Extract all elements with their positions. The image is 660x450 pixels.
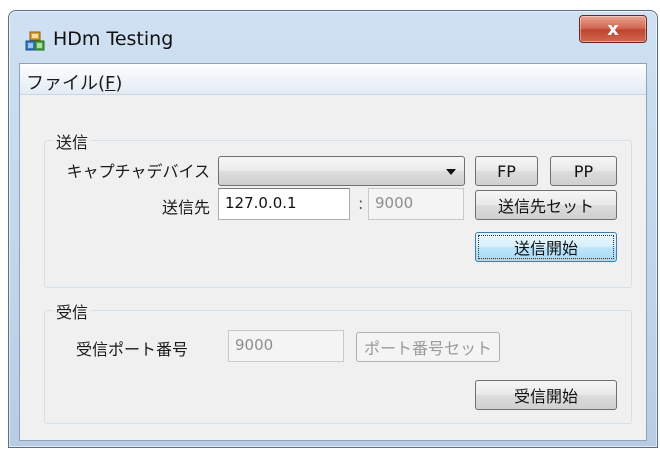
send-group-label: 送信 xyxy=(53,129,92,153)
destination-ip-input[interactable]: 127.0.0.1 xyxy=(218,188,350,220)
close-icon: x xyxy=(607,18,619,40)
capture-device-select[interactable] xyxy=(218,156,465,186)
receive-port-input: 9000 xyxy=(228,330,344,362)
app-icon xyxy=(25,31,45,51)
menu-bar: ファイル(F) xyxy=(20,64,646,95)
destination-port-input: 9000 xyxy=(368,188,464,220)
window-title: HDm Testing xyxy=(53,28,174,50)
receive-port-label: 受信ポート番号 xyxy=(76,340,189,359)
menu-file-text: ファイル( xyxy=(26,73,106,94)
destination-label: 送信先 xyxy=(161,198,210,217)
capture-device-label: キャプチャデバイス xyxy=(66,162,210,181)
start-receive-button[interactable]: 受信開始 xyxy=(475,380,617,410)
title-bar[interactable]: HDm Testing x xyxy=(9,11,657,63)
port-separator: : xyxy=(358,194,364,213)
set-port-button: ポート番号セット xyxy=(356,332,500,362)
menu-file[interactable]: ファイル(F) xyxy=(26,69,122,95)
menu-file-mnemonic: F xyxy=(105,73,116,94)
set-destination-button[interactable]: 送信先セット xyxy=(475,190,617,220)
close-button[interactable]: x xyxy=(579,15,647,43)
receive-group-label: 受信 xyxy=(53,299,92,323)
client-area: ファイル(F) 送信 キャプチャデバイス FP PP 送信先 127.0.0.1… xyxy=(19,63,647,441)
pp-button[interactable]: PP xyxy=(550,156,617,186)
chevron-down-icon xyxy=(446,169,456,175)
fp-button[interactable]: FP xyxy=(475,156,538,186)
start-send-button[interactable]: 送信開始 xyxy=(475,232,617,262)
app-window: HDm Testing x ファイル(F) 送信 キャプチャデバイス FP PP… xyxy=(8,10,658,448)
start-send-label: 送信開始 xyxy=(513,239,578,258)
menu-file-text-end: ) xyxy=(115,73,123,94)
